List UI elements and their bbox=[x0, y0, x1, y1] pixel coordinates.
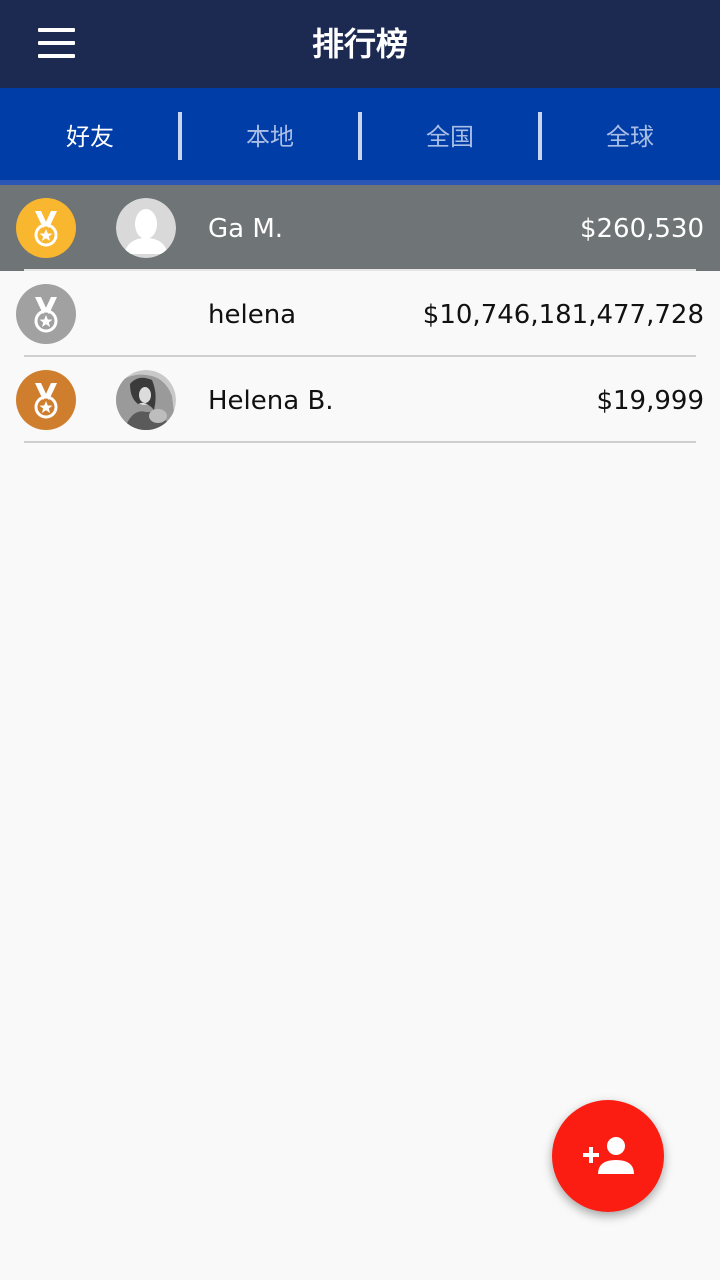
photo-avatar bbox=[116, 370, 176, 430]
player-amount: $10,746,181,477,728 bbox=[422, 300, 704, 330]
player-amount: $19,999 bbox=[596, 386, 704, 416]
tab-friends[interactable]: 好友 bbox=[0, 88, 182, 180]
row-divider bbox=[24, 441, 696, 443]
player-name: Ga M. bbox=[208, 214, 284, 244]
leaderboard-row-2[interactable]: helena $10,746,181,477,728 bbox=[0, 271, 720, 357]
silver-medal-icon bbox=[16, 284, 76, 344]
add-friend-button[interactable] bbox=[552, 1100, 664, 1212]
tab-national[interactable]: 全国 bbox=[360, 88, 542, 180]
default-avatar bbox=[116, 198, 176, 258]
tab-label: 全球 bbox=[606, 123, 654, 151]
tab-global[interactable]: 全球 bbox=[540, 88, 720, 180]
page-title: 排行榜 bbox=[311, 25, 408, 63]
tab-label: 本地 bbox=[246, 123, 294, 151]
tab-label: 全国 bbox=[426, 123, 474, 151]
leaderboard-row-3[interactable]: Helena B. $19,999 bbox=[0, 357, 720, 443]
player-amount: $260,530 bbox=[579, 214, 704, 244]
leaderboard-list: Ga M. $260,530 helena $10,746,181,477,72… bbox=[0, 185, 720, 443]
leaderboard-row-1[interactable]: Ga M. $260,530 bbox=[0, 185, 720, 271]
player-name: helena bbox=[208, 300, 297, 330]
tab-label: 好友 bbox=[66, 123, 114, 151]
tab-bar: 好友 本地 全国 全球 bbox=[0, 88, 720, 180]
add-person-icon bbox=[583, 1137, 634, 1174]
top-app-bar: 排行榜 bbox=[0, 0, 720, 88]
tab-local[interactable]: 本地 bbox=[180, 88, 362, 180]
player-name: Helena B. bbox=[208, 386, 334, 416]
gold-medal-icon bbox=[16, 198, 76, 258]
bronze-medal-icon bbox=[16, 370, 76, 430]
